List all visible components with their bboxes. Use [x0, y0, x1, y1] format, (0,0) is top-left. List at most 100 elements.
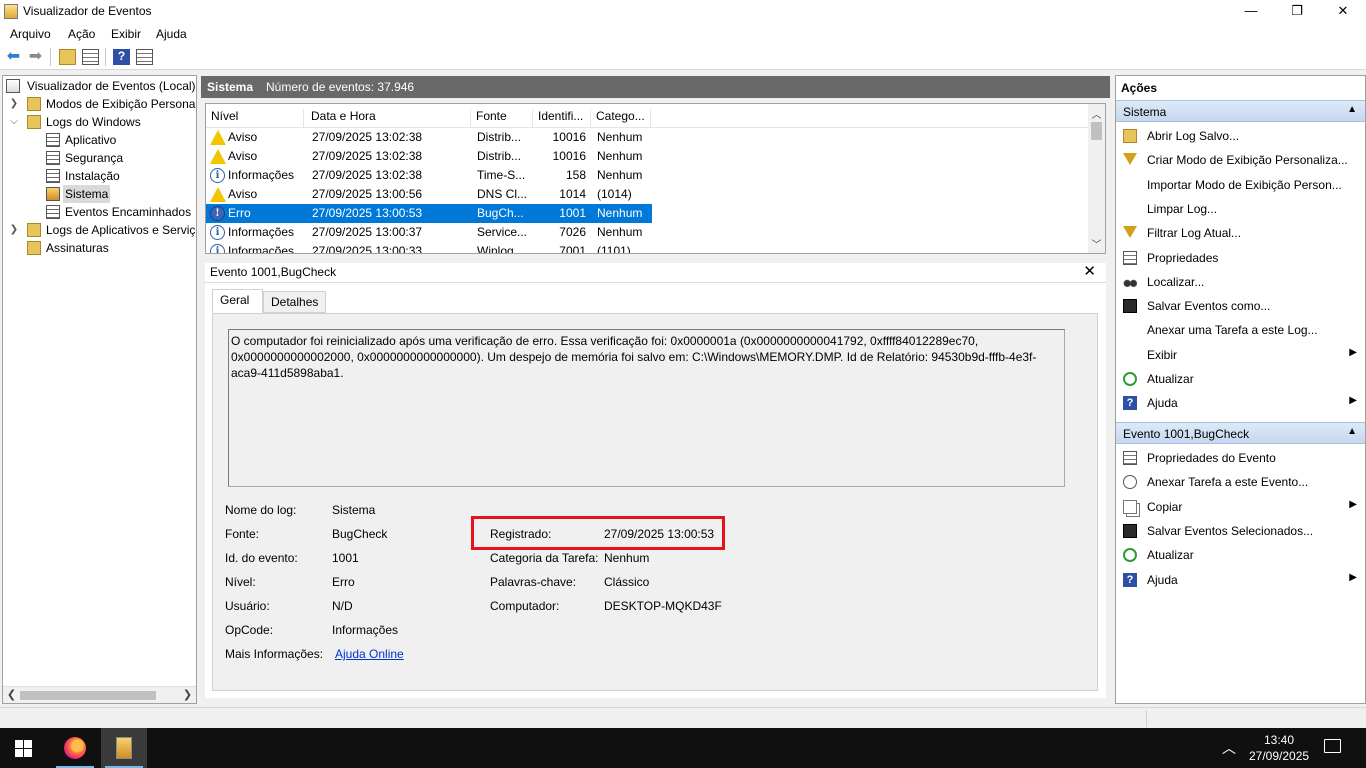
event-count: Número de eventos: 37.946	[266, 80, 415, 94]
windows-start-icon[interactable]	[15, 740, 32, 757]
filter-icon	[1123, 226, 1137, 239]
cell-event-id: 1014	[559, 187, 586, 201]
action-atualizar[interactable]: Atualizar	[1116, 368, 1365, 390]
binoculars-icon	[1123, 274, 1137, 289]
forward-arrow-icon[interactable]: ➡	[27, 49, 44, 65]
close-detail-icon[interactable]: ✕	[1083, 262, 1096, 280]
column-datetime[interactable]: Data e Hora	[306, 109, 471, 127]
close-button[interactable]: ✕	[1320, 0, 1366, 23]
action-atualizar[interactable]: Atualizar	[1116, 544, 1365, 566]
label-computer: Computador:	[490, 599, 560, 613]
action-salvar-eventos-selecionados[interactable]: Salvar Eventos Selecionados...	[1116, 520, 1365, 542]
actions-pane: Ações Sistema ▲ Abrir Log Salvo... Criar …	[1115, 75, 1366, 704]
table-row[interactable]: ! Aviso 27/09/2025 13:02:38 Distrib... 10016…	[206, 147, 652, 166]
menu-bar: Arquivo Ação Exibir Ajuda	[0, 23, 1366, 44]
collapse-up-icon[interactable]: ▲	[1347, 104, 1357, 115]
event-description[interactable]: O computador foi reinicializado após uma…	[228, 329, 1065, 487]
info-icon: i	[210, 225, 225, 240]
chevron-down-icon[interactable]: ⌵	[8, 113, 20, 131]
action-propriedades-do-evento[interactable]: Propriedades do Evento	[1116, 447, 1365, 469]
clock-time: 13:40	[1263, 733, 1295, 747]
help-icon[interactable]: ?	[113, 49, 130, 65]
action-localizar[interactable]: Localizar...	[1116, 271, 1365, 293]
folder-up-icon[interactable]	[59, 49, 76, 65]
error-icon: !	[210, 206, 225, 221]
tab-details[interactable]: Detalhes	[263, 291, 326, 313]
table-row[interactable]: ! Erro 27/09/2025 13:00:53 BugCh... 1001 Nenh…	[206, 204, 652, 223]
column-source[interactable]: Fonte	[471, 109, 533, 127]
minimize-button[interactable]: —	[1228, 0, 1274, 23]
actions-section-event[interactable]: Evento 1001,BugCheck ▲	[1116, 422, 1365, 444]
log-icon	[46, 133, 60, 147]
tree-item-label: Instalação	[65, 169, 120, 183]
scroll-left-icon[interactable]: ❮	[3, 687, 20, 703]
actions-section-system[interactable]: Sistema ▲	[1116, 100, 1365, 122]
action-filtrar-log-atual[interactable]: Filtrar Log Atual...	[1116, 222, 1365, 244]
table-row[interactable]: i Informações 27/09/2025 13:02:38 Time-S...…	[206, 166, 652, 185]
action-label: Salvar Eventos Selecionados...	[1147, 523, 1314, 538]
chevron-right-icon[interactable]: ❯	[8, 221, 20, 239]
taskbar-firefox[interactable]	[52, 728, 98, 768]
scrollbar-thumb[interactable]	[1091, 122, 1102, 140]
maximize-button[interactable]: ❐	[1274, 0, 1320, 23]
action-importar-modo-de-exibi-o-person[interactable]: Importar Modo de Exibição Person...	[1116, 174, 1365, 196]
tab-general[interactable]: Geral	[212, 289, 263, 313]
action-limpar-log[interactable]: Limpar Log...	[1116, 198, 1365, 220]
menu-acao[interactable]: Ação	[68, 27, 95, 41]
action-ajuda[interactable]: ? Ajuda ▶	[1116, 569, 1365, 591]
scroll-down-icon[interactable]: ﹀	[1088, 236, 1105, 251]
action-criar-modo-de-exibi-o-personaliza[interactable]: Criar Modo de Exibição Personaliza...	[1116, 149, 1365, 171]
refresh-icon	[1123, 372, 1137, 386]
tree-item-label: Sistema	[63, 185, 111, 203]
action-propriedades[interactable]: Propriedades	[1116, 247, 1365, 269]
submenu-arrow-icon: ▶	[1349, 498, 1357, 510]
taskbar-event-viewer[interactable]	[101, 728, 147, 768]
cell-event-id: 7001	[559, 244, 586, 254]
action-salvar-eventos-como[interactable]: Salvar Eventos como...	[1116, 295, 1365, 317]
show-hide-tree-icon[interactable]	[82, 49, 99, 65]
menu-ajuda[interactable]: Ajuda	[156, 27, 187, 41]
collapse-up-icon[interactable]: ▲	[1347, 426, 1357, 437]
folder-open-icon	[27, 115, 41, 129]
events-vertical-scrollbar[interactable]: ︿ ﹀	[1088, 104, 1105, 253]
taskbar-clock[interactable]: 13:40 27/09/2025	[1249, 732, 1309, 764]
event-detail-pane: Geral Detalhes O computador foi reinicia…	[205, 283, 1106, 698]
scroll-right-icon[interactable]: ❯	[179, 687, 196, 703]
table-row[interactable]: ! Aviso 27/09/2025 13:02:38 Distrib... 10016…	[206, 128, 652, 147]
tree-horizontal-scrollbar[interactable]: ❮ ❯	[3, 686, 196, 703]
action-abrir-log-salvo[interactable]: Abrir Log Salvo...	[1116, 125, 1365, 147]
column-category[interactable]: Catego...	[591, 109, 651, 127]
system-tray-chevron-icon[interactable]: ︿	[1222, 738, 1236, 758]
cell-datetime: 27/09/2025 13:00:37	[312, 225, 423, 239]
label-keywords: Palavras-chave:	[490, 575, 577, 589]
menu-arquivo[interactable]: Arquivo	[10, 27, 51, 41]
column-level[interactable]: Nível	[206, 109, 304, 127]
action-exibir[interactable]: Exibir ▶	[1116, 344, 1365, 366]
value-keywords: Clássico	[604, 575, 650, 589]
action-anexar-tarefa-a-este-evento[interactable]: Anexar Tarefa a este Evento...	[1116, 471, 1365, 493]
table-row[interactable]: i Informações 27/09/2025 13:00:33 Winlog...…	[206, 242, 652, 254]
table-row[interactable]: i Informações 27/09/2025 13:00:37 Service..…	[206, 223, 652, 242]
online-help-link[interactable]: Ajuda Online	[335, 647, 404, 661]
notification-icon[interactable]	[1324, 739, 1341, 753]
chevron-right-icon[interactable]: ❯	[8, 95, 20, 113]
table-row[interactable]: ! Aviso 27/09/2025 13:00:56 DNS Cl... 1014 (1…	[206, 185, 652, 204]
show-hide-actions-icon[interactable]	[136, 49, 153, 65]
cell-category: Nenhum	[597, 206, 643, 220]
scroll-up-icon[interactable]: ︿	[1088, 106, 1105, 121]
section-label: Evento 1001,BugCheck	[1123, 427, 1250, 441]
refresh-icon	[1123, 548, 1137, 563]
action-ajuda[interactable]: ? Ajuda ▶	[1116, 392, 1365, 414]
menu-exibir[interactable]: Exibir	[111, 27, 141, 41]
action-anexar-uma-tarefa-a-este-log[interactable]: Anexar uma Tarefa a este Log...	[1116, 319, 1365, 341]
action-copiar[interactable]: Copiar ▶	[1116, 496, 1365, 518]
scrollbar-thumb[interactable]	[20, 691, 156, 700]
label-log-name: Nome do log:	[225, 503, 297, 517]
column-event-id[interactable]: Identifi...	[533, 109, 591, 127]
value-computer: DESKTOP-MQKD43F	[604, 599, 722, 613]
warning-icon: !	[210, 187, 226, 202]
back-arrow-icon[interactable]: ⬅	[5, 49, 22, 65]
cell-source: Distrib...	[477, 149, 522, 163]
cell-level: Aviso	[228, 130, 258, 144]
cell-level: Aviso	[228, 187, 258, 201]
